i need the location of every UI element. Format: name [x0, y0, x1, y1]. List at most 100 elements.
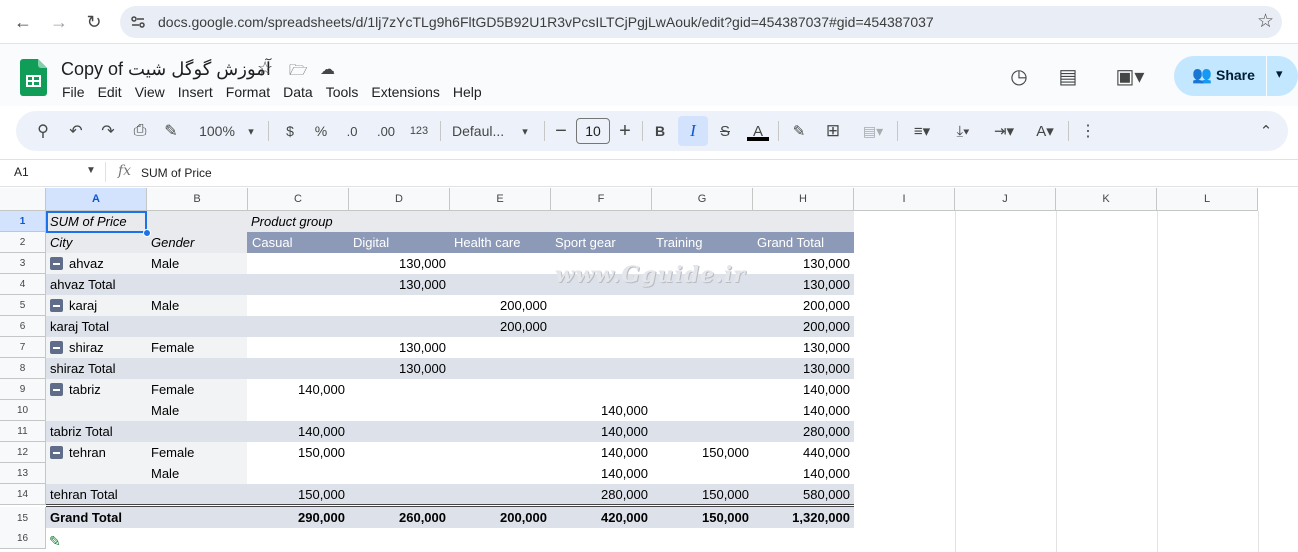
pivot-value-cell[interactable] — [450, 484, 551, 505]
column-header-a[interactable]: A — [46, 188, 147, 211]
pivot-col-header[interactable]: Training — [652, 232, 706, 253]
collapse-group-icon[interactable] — [50, 257, 63, 270]
menu-view[interactable]: View — [135, 84, 165, 102]
gender-label[interactable] — [147, 484, 155, 505]
borders-icon[interactable]: ⊞ — [822, 111, 844, 151]
decrease-font-size-icon[interactable]: − — [552, 111, 570, 151]
column-header-k[interactable]: K — [1056, 188, 1157, 211]
pivot-value-cell[interactable] — [248, 274, 349, 295]
formula-input[interactable]: SUM of Price — [141, 166, 212, 180]
font-dropdown-icon[interactable]: ▾ — [518, 111, 532, 151]
row-header-11[interactable]: 11 — [0, 421, 46, 442]
pivot-value-cell[interactable] — [450, 274, 551, 295]
fill-color-icon[interactable]: ✎ — [788, 111, 810, 151]
row-header-14[interactable]: 14 — [0, 484, 46, 505]
pivot-value-cell[interactable]: 140,000 — [248, 421, 349, 442]
pivot-value-cell[interactable]: 130,000 — [753, 274, 854, 295]
pivot-value-cell[interactable]: 130,000 — [349, 253, 450, 274]
grand-total-value[interactable]: 260,000 — [349, 507, 450, 528]
vertical-align-icon[interactable]: ⤓▾ — [946, 111, 980, 151]
pivot-value-cell[interactable] — [551, 379, 652, 400]
menu-insert[interactable]: Insert — [178, 84, 213, 102]
column-header-l[interactable]: L — [1157, 188, 1258, 211]
collapse-group-icon[interactable] — [50, 299, 63, 312]
pivot-value-cell[interactable] — [450, 379, 551, 400]
row-header-9[interactable]: 9 — [0, 379, 46, 400]
row-header-1[interactable]: 1 — [0, 211, 46, 232]
pivot-value-cell[interactable]: 200,000 — [450, 316, 551, 337]
city-label[interactable]: tabriz — [46, 379, 105, 400]
gender-label[interactable] — [147, 274, 155, 295]
column-header-g[interactable]: G — [652, 188, 753, 211]
pivot-value-cell[interactable]: 130,000 — [349, 337, 450, 358]
row-header-12[interactable]: 12 — [0, 442, 46, 463]
grand-total-value[interactable]: 1,320,000 — [753, 507, 854, 528]
pivot-value-label[interactable]: SUM of Price — [46, 211, 131, 232]
sheets-logo-icon[interactable] — [20, 59, 47, 96]
city-label[interactable]: karaj — [46, 295, 101, 316]
collapse-toolbar-icon[interactable]: ⌃ — [1256, 111, 1276, 151]
pivot-value-cell[interactable] — [652, 316, 753, 337]
row-header-15[interactable]: 15 — [0, 507, 46, 530]
menu-extensions[interactable]: Extensions — [371, 84, 439, 102]
pivot-value-cell[interactable]: 130,000 — [349, 274, 450, 295]
horizontal-align-icon[interactable]: ≡▾ — [905, 111, 939, 151]
font-select[interactable]: Defaul... — [452, 111, 512, 151]
menu-format[interactable]: Format — [226, 84, 270, 102]
menu-help[interactable]: Help — [453, 84, 482, 102]
pivot-value-cell[interactable] — [349, 421, 450, 442]
pivot-value-cell[interactable]: 200,000 — [753, 316, 854, 337]
pivot-value-cell[interactable] — [349, 379, 450, 400]
name-box[interactable]: A1 — [14, 165, 29, 179]
column-header-d[interactable]: D — [349, 188, 450, 211]
pivot-value-cell[interactable] — [450, 400, 551, 421]
grand-total-label[interactable]: Grand Total — [46, 507, 126, 528]
pivot-value-cell[interactable]: 200,000 — [753, 295, 854, 316]
text-rotation-icon[interactable]: A▾ — [1028, 111, 1062, 151]
pivot-value-cell[interactable]: 140,000 — [753, 379, 854, 400]
pivot-value-cell[interactable] — [551, 358, 652, 379]
fill-handle[interactable] — [143, 229, 151, 237]
percent-format-button[interactable]: % — [311, 111, 331, 151]
column-header-h[interactable]: H — [753, 188, 854, 211]
gender-label[interactable] — [147, 358, 155, 379]
pivot-value-cell[interactable]: 130,000 — [753, 253, 854, 274]
share-dropdown-icon[interactable]: ▾ — [1276, 66, 1283, 82]
pivot-value-cell[interactable]: 580,000 — [753, 484, 854, 505]
pivot-value-cell[interactable] — [652, 421, 753, 442]
reload-icon[interactable]: ↻ — [82, 10, 106, 34]
row-header-7[interactable]: 7 — [0, 337, 46, 358]
pivot-value-cell[interactable] — [450, 358, 551, 379]
column-header-f[interactable]: F — [551, 188, 652, 211]
strikethrough-icon[interactable]: S — [716, 111, 734, 151]
pivot-value-cell[interactable] — [450, 253, 551, 274]
pivot-value-cell[interactable]: 140,000 — [551, 463, 652, 484]
paint-format-icon[interactable]: ✎ — [161, 111, 181, 151]
pivot-value-cell[interactable]: 280,000 — [551, 484, 652, 505]
pivot-col-header[interactable]: Sport gear — [551, 232, 620, 253]
row-header-5[interactable]: 5 — [0, 295, 46, 316]
pivot-value-cell[interactable]: 140,000 — [551, 400, 652, 421]
edit-pencil-icon[interactable]: ✎ — [49, 533, 61, 550]
pivot-value-cell[interactable] — [349, 316, 450, 337]
print-icon[interactable]: ⎙ — [130, 111, 150, 151]
meet-icon[interactable]: ▣▾ — [1110, 64, 1150, 88]
pivot-value-cell[interactable] — [450, 421, 551, 442]
gender-label[interactable]: Female — [147, 442, 198, 463]
italic-button[interactable]: I — [684, 111, 702, 151]
city-label[interactable]: shiraz — [46, 337, 108, 358]
grand-total-value[interactable]: 420,000 — [551, 507, 652, 528]
pivot-value-cell[interactable] — [450, 442, 551, 463]
pivot-value-cell[interactable] — [349, 484, 450, 505]
collapse-group-icon[interactable] — [50, 341, 63, 354]
pivot-col-header[interactable]: Grand Total — [753, 232, 828, 253]
collapse-group-icon[interactable] — [50, 446, 63, 459]
column-header-c[interactable]: C — [248, 188, 349, 211]
currency-format-button[interactable]: $ — [280, 111, 300, 151]
redo-icon[interactable]: ↷ — [98, 111, 118, 151]
pivot-value-cell[interactable] — [652, 463, 753, 484]
decrease-decimal-button[interactable]: .0 — [340, 111, 364, 151]
menu-edit[interactable]: Edit — [98, 84, 122, 102]
pivot-col-header[interactable]: Casual — [248, 232, 296, 253]
pivot-value-cell[interactable] — [349, 295, 450, 316]
